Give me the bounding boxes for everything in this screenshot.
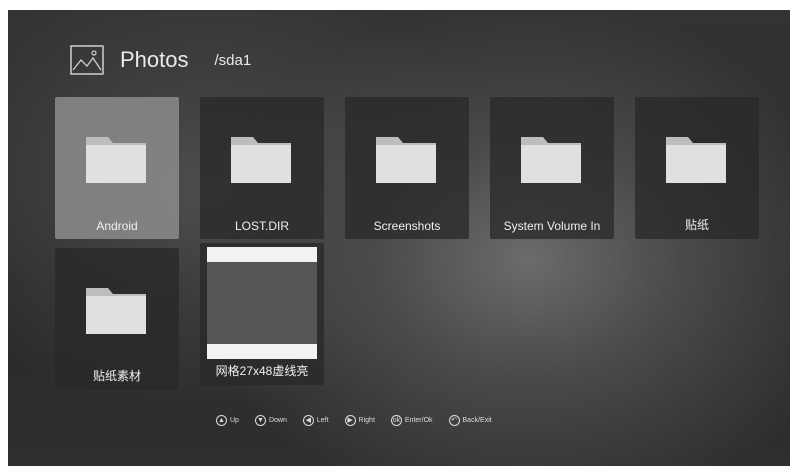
left-icon: ◀ (302, 415, 314, 426)
thumbnail-band-bottom (207, 344, 317, 359)
hint-label: Up (230, 417, 239, 424)
photo-browser-screen: Photos /sda1 Android LOST.DIR Screenshot… (8, 10, 790, 466)
folder-tile-stickers[interactable]: 贴纸 (635, 97, 759, 239)
hint-label: Back/Exit (462, 417, 492, 424)
folder-label: Android (96, 219, 138, 233)
image-label: 网格27x48虚线亮 (215, 364, 309, 378)
folder-icon (666, 137, 726, 183)
hint-up: ▲ Up (216, 415, 239, 426)
hint-down: ▼ Down (254, 415, 287, 426)
back-icon: ↶ (448, 415, 460, 426)
hint-label: Left (316, 417, 329, 424)
thumbnail-band-top (207, 247, 317, 262)
folder-icon (86, 288, 146, 334)
up-icon: ▲ (216, 415, 227, 426)
current-path: /sda1 (214, 51, 252, 69)
folder-label: 贴纸 (684, 218, 709, 232)
image-thumbnail (207, 247, 317, 359)
folder-tile-screenshots[interactable]: Screenshots (345, 97, 469, 239)
down-icon: ▼ (254, 415, 266, 426)
thumbnail-body (207, 262, 317, 344)
folder-label: 贴纸素材 (92, 369, 141, 383)
folder-label: System Volume In (503, 219, 601, 233)
hint-enter: ok Enter/Ok (390, 415, 433, 426)
folder-icon (376, 137, 436, 183)
folder-tile-lost-dir[interactable]: LOST.DIR (200, 97, 324, 239)
hint-back: ↶ Back/Exit (448, 415, 492, 426)
right-icon: ▶ (344, 415, 356, 426)
image-tile-grid[interactable]: 网格27x48虚线亮 (200, 243, 324, 385)
hint-label: Right (358, 417, 375, 424)
folder-tile-sticker-material[interactable]: 贴纸素材 (55, 248, 179, 390)
remote-hints-bar: ▲ Up ▼ Down ◀ Left ▶ Right ok Enter/Ok ↶… (216, 415, 492, 426)
hint-right: ▶ Right (344, 415, 375, 426)
hint-label: Down (268, 417, 287, 424)
folder-label: LOST.DIR (234, 219, 289, 233)
header: Photos /sda1 (70, 40, 251, 80)
folder-icon (231, 137, 291, 183)
folder-icon (86, 137, 146, 183)
photos-icon (70, 45, 104, 75)
hint-left: ◀ Left (302, 415, 329, 426)
folder-tile-system-volume[interactable]: System Volume In (490, 97, 614, 239)
folder-icon (521, 137, 581, 183)
enter-icon: ok (390, 415, 402, 426)
hint-label: Enter/Ok (404, 417, 433, 424)
folder-tile-android[interactable]: Android (55, 97, 179, 239)
folder-label: Screenshots (373, 219, 441, 233)
page-title: Photos (120, 47, 189, 72)
